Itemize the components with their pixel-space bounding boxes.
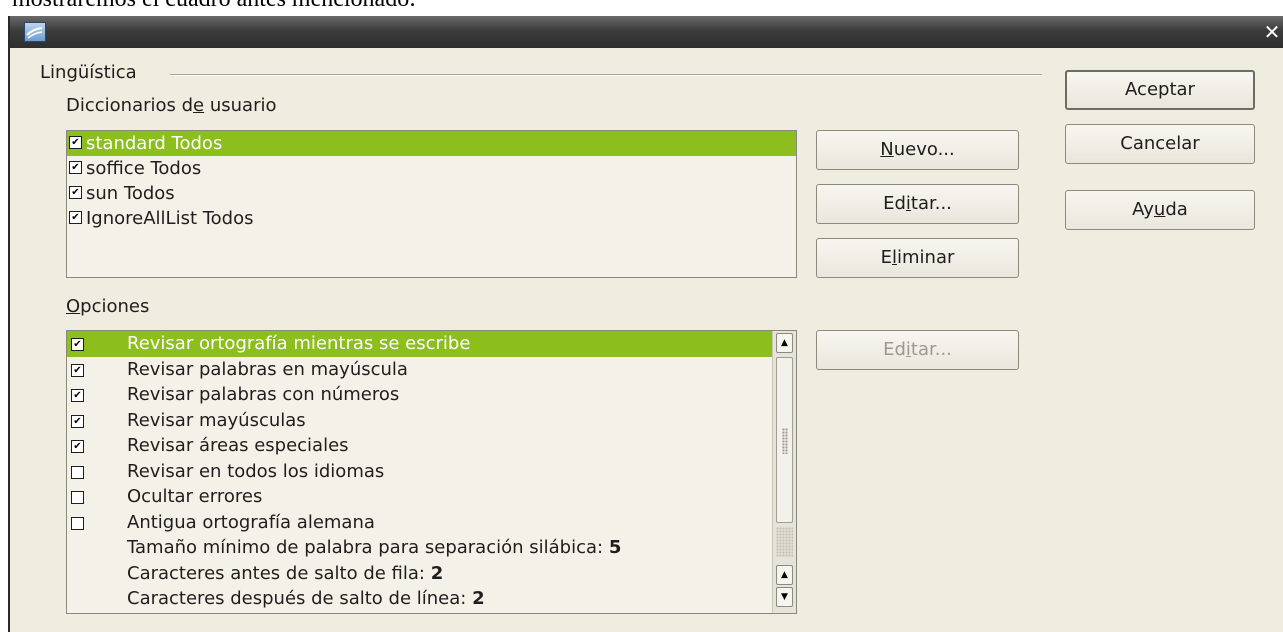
option-item[interactable]: Tamaño mínimo de palabra para separación… [67, 535, 772, 561]
dictionary-item[interactable]: ✔ standard Todos [67, 131, 796, 156]
options-list[interactable]: ✔ Revisar ortografía mientras se escribe ✔… [66, 330, 797, 614]
option-item[interactable]: ✔ Revisar mayúsculas [67, 408, 772, 434]
option-item[interactable]: ✔ Revisar áreas especiales [67, 433, 772, 459]
option-text: Tamaño mínimo de palabra para separación… [127, 535, 621, 561]
document-caption-text: mostraremos el cuadro antes mencionado: [12, 0, 416, 14]
dictionary-item[interactable]: ✔ IgnoreAllList Todos [67, 206, 796, 231]
dictionary-checkbox[interactable]: ✔ [69, 210, 82, 224]
dictionary-item-label: sun Todos [86, 183, 175, 204]
close-icon[interactable]: ✕ [1263, 22, 1281, 42]
dictionary-item-label: standard Todos [86, 133, 223, 154]
option-text: Revisar palabras con números [127, 382, 399, 408]
option-item[interactable]: Caracteres antes de salto de fila: 2 [67, 561, 772, 587]
option-label: Revisar mayúsculas [127, 409, 306, 431]
option-text: Revisar áreas especiales [127, 433, 349, 459]
option-item[interactable]: Revisar en todos los idiomas [67, 459, 772, 485]
section-title: Lingüística [40, 62, 137, 83]
scrollbar-track[interactable] [776, 527, 793, 557]
dictionary-checkbox[interactable]: ✔ [69, 185, 82, 199]
scroll-down-icon[interactable]: ▼ [776, 587, 793, 607]
options-scrollbar[interactable]: ▲ ▲ ▼ [772, 331, 796, 613]
ok-button[interactable]: Aceptar [1065, 70, 1255, 110]
option-label: Revisar ortografía mientras se escribe [127, 333, 471, 354]
option-item[interactable]: ✔ Revisar palabras en mayúscula [67, 357, 772, 383]
option-item[interactable]: Caracteres después de salto de línea: 2 [67, 586, 772, 612]
option-label: Revisar áreas especiales [127, 435, 349, 456]
dictionary-item-label: IgnoreAllList Todos [86, 208, 254, 229]
dictionary-checkbox[interactable]: ✔ [69, 160, 82, 174]
section-divider [170, 74, 1042, 76]
option-text: Revisar en todos los idiomas [127, 459, 384, 485]
option-checkbox[interactable]: ✔ [71, 363, 84, 377]
option-checkbox[interactable]: ✔ [71, 440, 84, 453]
option-item[interactable]: Ocultar errores [67, 484, 772, 510]
app-icon[interactable] [24, 22, 46, 42]
options-label: Opciones [66, 296, 150, 317]
option-label: Antigua ortografía alemana [127, 511, 375, 533]
option-label: Tamaño mínimo de palabra para separación… [127, 537, 604, 558]
dictionaries-label: Diccionarios de usuario [66, 95, 277, 116]
dictionary-item[interactable]: ✔ sun Todos [67, 181, 796, 206]
delete-dictionary-button[interactable]: Eliminar [816, 238, 1019, 278]
option-label: Caracteres antes de salto de fila: [127, 562, 425, 584]
option-text: Revisar mayúsculas [127, 408, 306, 434]
option-label: Revisar en todos los idiomas [127, 460, 385, 482]
dictionary-item[interactable]: ✔ soffice Todos [67, 156, 796, 181]
dictionaries-list[interactable]: ✔ standard Todos ✔ soffice Todos ✔ sun Todos ✔… [66, 130, 797, 278]
option-text: Caracteres después de salto de línea: 2 [127, 586, 485, 612]
edit-option-button[interactable]: Editar... [816, 330, 1019, 370]
option-label: Ocultar errores [127, 486, 263, 507]
option-checkbox[interactable] [71, 491, 84, 504]
option-text: Revisar ortografía mientras se escribe [127, 331, 470, 357]
option-checkbox[interactable]: ✔ [71, 389, 84, 402]
new-dictionary-button[interactable]: Nuevo... [816, 130, 1019, 170]
option-text: Caracteres antes de salto de fila: 2 [127, 561, 443, 587]
cancel-button[interactable]: Cancelar [1065, 124, 1255, 164]
option-item[interactable]: Antigua ortografía alemana [67, 510, 772, 536]
dialog-titlebar[interactable]: ✕ [10, 16, 1283, 48]
dictionary-checkbox[interactable]: ✔ [69, 135, 82, 149]
option-item[interactable]: ✔ Revisar palabras con números [67, 382, 772, 408]
option-value: 2 [430, 562, 444, 584]
option-checkbox[interactable] [71, 516, 84, 530]
option-value: 5 [608, 537, 622, 558]
scrollbar-thumb[interactable] [776, 357, 793, 523]
dictionary-item-label: soffice Todos [86, 158, 202, 179]
option-text: Antigua ortografía alemana [127, 510, 375, 536]
option-checkbox[interactable]: ✔ [71, 338, 84, 351]
option-label: Revisar palabras con números [127, 384, 400, 405]
option-text: Ocultar errores [127, 484, 262, 510]
scroll-up-top-icon[interactable]: ▲ [776, 333, 793, 353]
edit-dictionary-button[interactable]: Editar... [816, 184, 1019, 224]
option-checkbox[interactable]: ✔ [71, 414, 84, 428]
help-button[interactable]: Ayuda [1065, 190, 1255, 230]
linguistics-dialog: ✕ Lingüística Diccionarios de usuario ✔ s… [8, 16, 1283, 632]
option-checkbox[interactable] [71, 465, 84, 479]
option-label: Revisar palabras en mayúscula [127, 358, 408, 380]
option-item[interactable]: ✔ Revisar ortografía mientras se escribe [67, 331, 772, 357]
option-value: 2 [472, 588, 485, 609]
option-text: Revisar palabras en mayúscula [127, 357, 408, 383]
scroll-up-icon[interactable]: ▲ [776, 565, 793, 585]
option-label: Caracteres después de salto de línea: [127, 588, 467, 609]
grip-icon [782, 428, 788, 454]
